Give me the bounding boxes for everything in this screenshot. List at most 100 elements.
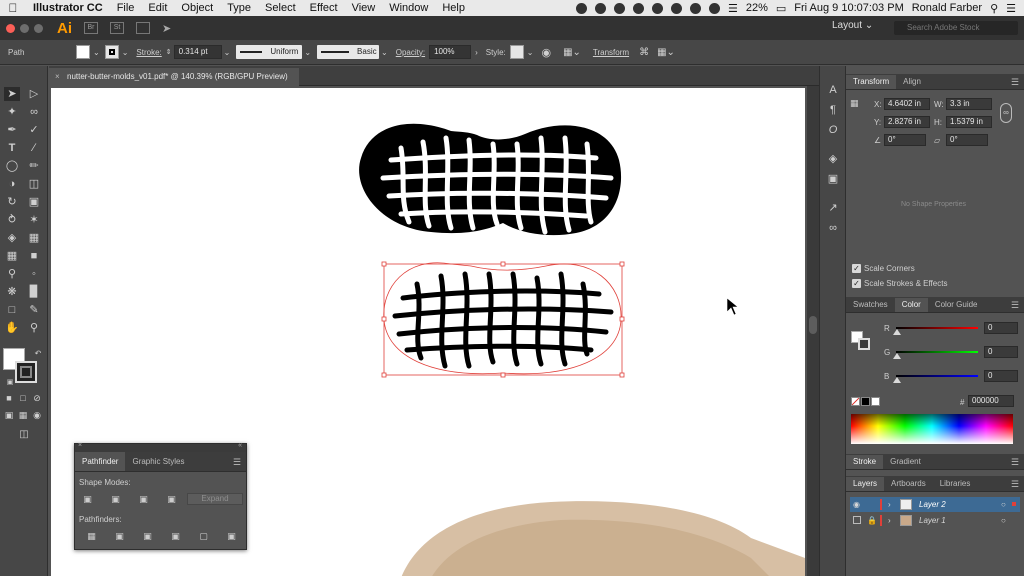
collapse-panel-icon[interactable]: «: [238, 442, 242, 449]
gpu-performance-icon[interactable]: ➤: [162, 22, 171, 35]
type-tool-icon[interactable]: T: [4, 141, 20, 155]
red-slider-thumb[interactable]: [893, 329, 901, 335]
tab-align[interactable]: Align: [896, 75, 928, 89]
magic-wand-tool-icon[interactable]: ✦: [4, 105, 20, 119]
stroke-swatch[interactable]: [104, 45, 119, 59]
reference-point-icon[interactable]: ▦: [850, 98, 859, 109]
swap-colors-icon[interactable]: ↶: [30, 347, 46, 361]
graphic-styles-icon[interactable]: ▣: [826, 172, 840, 186]
align-options-icon[interactable]: ▦⌄: [563, 47, 581, 58]
lock-icon[interactable]: 🔒: [867, 513, 877, 528]
peanut-black-shape[interactable]: [359, 123, 622, 236]
trim-icon[interactable]: ▣: [113, 531, 126, 542]
hand-tool-icon[interactable]: ✋: [4, 321, 20, 335]
blue-slider-thumb[interactable]: [893, 377, 901, 383]
target-circle-icon[interactable]: ○: [1001, 513, 1006, 528]
lasso-tool-icon[interactable]: ∞: [26, 105, 42, 119]
datetime[interactable]: Fri Aug 9 10:07:03 PM: [794, 2, 903, 14]
close-document-icon[interactable]: ×: [55, 68, 60, 86]
blue-slider[interactable]: [896, 375, 978, 377]
minus-back-icon[interactable]: ▣: [225, 531, 238, 542]
scale-corners-checkbox[interactable]: ✓: [852, 264, 861, 273]
draw-inside-icon[interactable]: ◉: [29, 408, 45, 422]
brush-chevron-icon[interactable]: ⌄: [381, 48, 388, 57]
panel-menu-icon[interactable]: ☰: [233, 457, 241, 468]
pathfinder-panel-header[interactable]: × «: [75, 442, 246, 452]
tab-graphic-styles[interactable]: Graphic Styles: [125, 452, 191, 471]
tab-libraries[interactable]: Libraries: [933, 477, 978, 491]
none-mode-icon[interactable]: ⊘: [29, 391, 45, 405]
tab-layers[interactable]: Layers: [846, 477, 885, 491]
line-tool-icon[interactable]: ∕: [26, 141, 42, 155]
height-field[interactable]: 1.5379 in: [946, 116, 992, 128]
eraser-tool-icon[interactable]: ◫: [26, 177, 42, 191]
layers-menu-icon[interactable]: ☰: [1011, 479, 1019, 490]
scale-strokes-checkbox[interactable]: ✓: [852, 279, 861, 288]
rotate-field[interactable]: 0°: [884, 134, 926, 146]
black-swatch[interactable]: [861, 397, 870, 406]
tab-swatches[interactable]: Swatches: [846, 298, 895, 312]
opacity-label[interactable]: Opacity:: [396, 48, 425, 57]
tab-color[interactable]: Color: [894, 298, 928, 312]
blend-tool-icon[interactable]: ◦: [26, 267, 42, 281]
stock-icon[interactable]: St: [110, 22, 124, 34]
creative-cloud-icon[interactable]: [575, 2, 587, 14]
slice-tool-icon[interactable]: ✎: [26, 303, 42, 317]
menu-effect[interactable]: Effect: [303, 2, 345, 14]
close-window-button[interactable]: [6, 23, 15, 33]
user-name[interactable]: Ronald Farber: [912, 2, 982, 14]
shear-field[interactable]: 0°: [946, 134, 988, 146]
menu-window[interactable]: Window: [382, 2, 435, 14]
layer-row-layer-2[interactable]: ◉ › Layer 2 ○: [850, 497, 1020, 512]
transform-link[interactable]: Transform: [593, 48, 629, 57]
scroll-thumb[interactable]: [809, 316, 817, 334]
tab-color-guide[interactable]: Color Guide: [928, 298, 985, 312]
tab-pathfinder[interactable]: Pathfinder: [75, 452, 126, 471]
record-icon[interactable]: [594, 2, 606, 14]
evernote-icon[interactable]: [632, 2, 644, 14]
paragraph-panel-icon[interactable]: ¶: [826, 103, 840, 117]
ellipse-tool-icon[interactable]: ◯: [4, 159, 20, 173]
layer-row-layer-1[interactable]: 🔒 › Layer 1 ○: [850, 513, 1020, 528]
none-color-swatch[interactable]: [851, 397, 860, 406]
menu-select[interactable]: Select: [258, 2, 303, 14]
perspective-grid-tool-icon[interactable]: ▦: [26, 231, 42, 245]
green-slider[interactable]: [896, 351, 978, 353]
stroke-weight-chevron-icon[interactable]: ⌄: [224, 48, 231, 57]
crop-icon[interactable]: ▣: [169, 531, 182, 542]
zoom-tool-icon[interactable]: ⚲: [26, 321, 42, 335]
fill-swatch[interactable]: [76, 45, 90, 59]
blue-field[interactable]: 0: [984, 370, 1018, 382]
opacity-field[interactable]: 100%: [429, 45, 472, 59]
screen-mode-icon[interactable]: ◫: [16, 428, 32, 442]
menu-help[interactable]: Help: [435, 2, 472, 14]
white-swatch[interactable]: [871, 397, 880, 406]
shield-icon[interactable]: [689, 2, 701, 14]
pen-tool-icon[interactable]: ✒: [4, 123, 20, 137]
gradient-tool-icon[interactable]: ■: [26, 249, 42, 263]
visibility-eye-icon[interactable]: ◉: [853, 497, 860, 512]
green-field[interactable]: 0: [984, 346, 1018, 358]
document-tab[interactable]: × nutter-butter-molds_v01.pdf* @ 140.39%…: [49, 68, 299, 86]
stroke-menu-icon[interactable]: ☰: [1011, 457, 1019, 468]
menu-app-name[interactable]: Illustrator CC: [26, 2, 110, 14]
mesh-tool-icon[interactable]: ▦: [4, 249, 20, 263]
color-spectrum[interactable]: [851, 414, 1013, 444]
battery-icon[interactable]: ▭: [776, 2, 786, 15]
red-field[interactable]: 0: [984, 322, 1018, 334]
volume-icon[interactable]: [708, 2, 720, 14]
shape-builder-tool-icon[interactable]: ◈: [4, 231, 20, 245]
zoom-window-button[interactable]: [34, 23, 43, 33]
close-panel-icon[interactable]: ×: [78, 442, 82, 449]
width-tool-icon[interactable]: ⥁: [4, 213, 20, 227]
hex-field[interactable]: 000000: [968, 395, 1014, 407]
apple-icon[interactable]: : [0, 1, 26, 15]
color-menu-icon[interactable]: ☰: [1011, 300, 1019, 311]
artboard-tool-icon[interactable]: □: [4, 303, 20, 317]
expand-layer-icon[interactable]: ›: [888, 497, 891, 512]
menu-file[interactable]: File: [110, 2, 142, 14]
brush-definition[interactable]: Basic: [317, 45, 380, 59]
green-slider-thumb[interactable]: [893, 353, 901, 359]
menu-object[interactable]: Object: [174, 2, 220, 14]
tab-stroke[interactable]: Stroke: [846, 455, 884, 469]
